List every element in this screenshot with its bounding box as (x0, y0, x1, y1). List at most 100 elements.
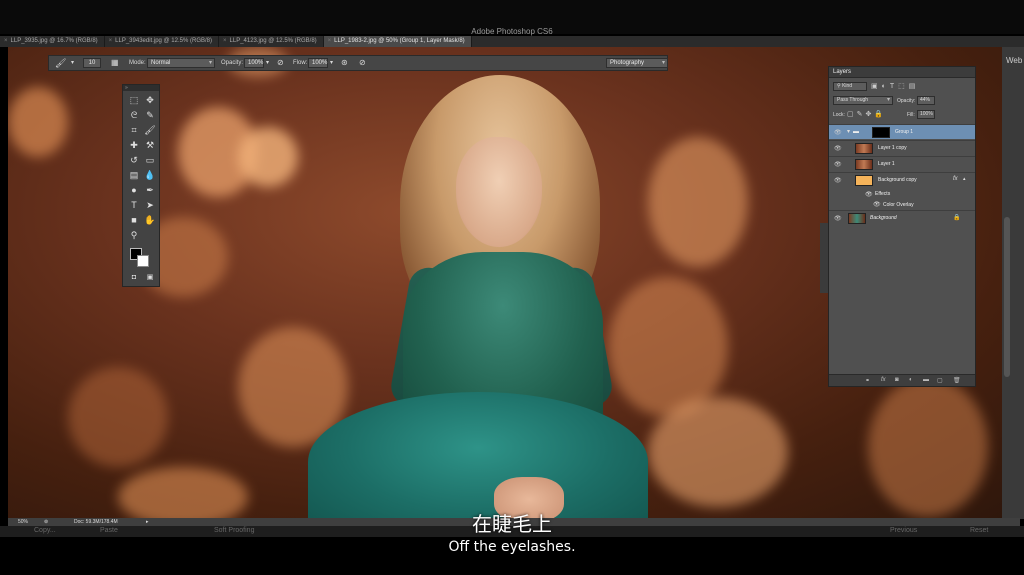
gradient-icon[interactable]: ▤ (127, 169, 141, 182)
flow-label: Flow: (293, 60, 308, 66)
mode-select[interactable]: Normal (147, 58, 215, 68)
photo-subject-skirt (308, 392, 648, 519)
layer-opacity-field[interactable]: 44% (917, 96, 935, 105)
kind-filter-select[interactable]: ⚲ Kind (833, 82, 867, 91)
workspace-select[interactable]: Photography (606, 58, 668, 68)
path-select-icon[interactable]: ➤ (143, 199, 157, 212)
title-bar: Adobe Photoshop CS6 (0, 0, 1024, 36)
visibility-eye-icon[interactable]: 👁 (834, 177, 842, 184)
web-label: Web (1006, 56, 1023, 65)
dodge-icon[interactable]: ● (127, 184, 141, 197)
layers-panel: Layers ⚲ Kind ▣◐T⬚▤ Pass Through Opacity… (828, 66, 976, 387)
color-overlay-eye-icon[interactable]: 👁 (873, 201, 881, 208)
blend-mode-select[interactable]: Pass Through (833, 96, 893, 105)
dropdown-arrow-icon[interactable]: ▾ (71, 56, 74, 70)
lasso-icon[interactable]: ᘓ (127, 109, 141, 122)
layer-mask-thumbnail[interactable] (872, 127, 890, 138)
quick-select-icon[interactable]: ✎ (143, 109, 157, 122)
visibility-eye-icon[interactable]: 👁 (834, 129, 842, 136)
visibility-eye-icon[interactable]: 👁 (834, 145, 842, 152)
flow-dropdown-icon[interactable]: ▾ (330, 56, 333, 70)
visibility-eye-icon[interactable]: 👁 (834, 215, 842, 222)
zoom-icon[interactable]: ⚲ (127, 229, 141, 242)
layers-bottom-bar: ⚭ fx ◙ ◐ ▬ ▢ 🗑 (829, 374, 975, 386)
options-bar: 🖌 ▾ 10 ▦ Mode: Normal Opacity: 100% ▾ ⊘ … (48, 55, 668, 71)
layers-panel-header: Layers (829, 67, 975, 78)
blur-icon[interactable]: 💧 (143, 169, 157, 182)
close-icon[interactable]: × (223, 38, 227, 44)
lock-icons[interactable]: ▢✎✥🔒 (847, 110, 886, 118)
subtitle-english: Off the eyelashes. (448, 539, 576, 555)
layer-name: Layer 1 (878, 161, 895, 167)
tab-doc-4[interactable]: × LLP_1983-2.jpg @ 50% (Group 1, Layer Ma… (323, 36, 472, 47)
fill-label: Fill: (907, 112, 915, 118)
mode-label: Mode: (129, 60, 146, 66)
new-layer-icon[interactable]: ▢ (937, 377, 943, 384)
airbrush-icon[interactable]: ⊛ (341, 56, 348, 70)
move-icon[interactable]: ✥ (143, 94, 157, 107)
brush-size-picker[interactable]: 10 (83, 58, 101, 68)
clone-stamp-icon[interactable]: ⚒ (143, 139, 157, 152)
layer-thumbnail (848, 213, 866, 224)
flow-field[interactable]: 100% (308, 58, 328, 68)
type-icon[interactable]: T (127, 199, 141, 212)
tab-doc-1[interactable]: × LLP_3935.jpg @ 16.7% (RGB/8) (0, 36, 105, 47)
layer-row-layer-1-copy[interactable]: 👁 Layer 1 copy (829, 140, 975, 155)
close-icon[interactable]: × (328, 38, 332, 44)
tab-doc-3[interactable]: × LLP_4123.jpg @ 12.5% (RGB/8) (219, 36, 324, 47)
shape-icon[interactable]: ■ (127, 214, 141, 227)
opacity-field[interactable]: 100% (244, 58, 264, 68)
lock-label: Lock: (833, 112, 845, 118)
effects-eye-icon[interactable]: 👁 (865, 191, 873, 198)
layer-row-background-copy[interactable]: 👁 Background copy fx ▴ 👁 Effects 👁 Color… (829, 172, 975, 210)
color-overlay-label: Color Overlay (883, 202, 914, 208)
layers-tab[interactable]: Layers (833, 69, 851, 75)
layer-thumbnail (855, 159, 873, 170)
pressure-size-icon[interactable]: ⊘ (359, 56, 366, 70)
photo-subject-face (456, 137, 542, 247)
tab-label: LLP_4123.jpg @ 12.5% (RGB/8) (229, 38, 317, 44)
dock-strip[interactable] (820, 223, 828, 293)
pressure-opacity-icon[interactable]: ⊘ (277, 56, 284, 70)
layer-row-background[interactable]: 👁 Background 🔒 (829, 210, 975, 225)
close-icon[interactable]: × (109, 38, 113, 44)
layer-opacity-label: Opacity: (897, 98, 916, 104)
hand-icon[interactable]: ✋ (143, 214, 157, 227)
opacity-dropdown-icon[interactable]: ▾ (266, 56, 269, 70)
crop-icon[interactable]: ⌗ (127, 124, 141, 137)
layer-filter-icons[interactable]: ▣◐T⬚▤ (871, 82, 919, 90)
brush-tool-icon[interactable]: 🖌 (55, 56, 66, 70)
history-brush-icon[interactable]: ↺ (127, 154, 141, 167)
tab-label: LLP_1983-2.jpg @ 50% (Group 1, Layer Mas… (334, 38, 465, 44)
fill-field[interactable]: 100% (917, 110, 935, 119)
screen-mode-icon[interactable]: ▣ (143, 271, 157, 284)
layer-row-layer-1[interactable]: 👁 Layer 1 (829, 156, 975, 171)
tab-doc-2[interactable]: × LLP_3943edit.jpg @ 12.5% (RGB/8) (105, 36, 219, 47)
link-layers-icon[interactable]: ⚭ (865, 377, 870, 384)
layer-row-group-1[interactable]: 👁 ▾ ▬ Group 1 (829, 124, 975, 139)
expand-effects-icon[interactable]: ▴ (963, 176, 966, 182)
background-color-swatch[interactable] (137, 255, 149, 267)
add-mask-icon[interactable]: ◙ (895, 377, 899, 383)
pen-icon[interactable]: ✒ (143, 184, 157, 197)
disclosure-triangle-icon[interactable]: ▾ (847, 128, 850, 135)
subtitle-chinese: 在睫毛上 (472, 512, 552, 536)
brush-icon[interactable]: 🖌 (143, 124, 157, 137)
add-style-icon[interactable]: fx (881, 377, 886, 383)
quick-mask-icon[interactable]: ◘ (127, 271, 141, 284)
tools-panel-header[interactable]: » (123, 85, 159, 91)
spot-heal-icon[interactable]: ✚ (127, 139, 141, 152)
fx-badge[interactable]: fx (953, 176, 958, 182)
brush-panel-icon[interactable]: ▦ (111, 56, 119, 70)
eraser-icon[interactable]: ▭ (143, 154, 157, 167)
close-icon[interactable]: × (4, 38, 8, 44)
folder-icon: ▬ (853, 129, 859, 135)
lock-icon: 🔒 (953, 215, 961, 221)
trash-icon[interactable]: 🗑 (953, 377, 961, 384)
layer-thumbnail (855, 175, 873, 186)
scrollbar[interactable] (1004, 217, 1010, 377)
visibility-eye-icon[interactable]: 👁 (834, 161, 842, 168)
marquee-icon[interactable]: ⬚ (127, 94, 141, 107)
adjustment-layer-icon[interactable]: ◐ (909, 377, 913, 383)
new-group-icon[interactable]: ▬ (923, 377, 929, 383)
